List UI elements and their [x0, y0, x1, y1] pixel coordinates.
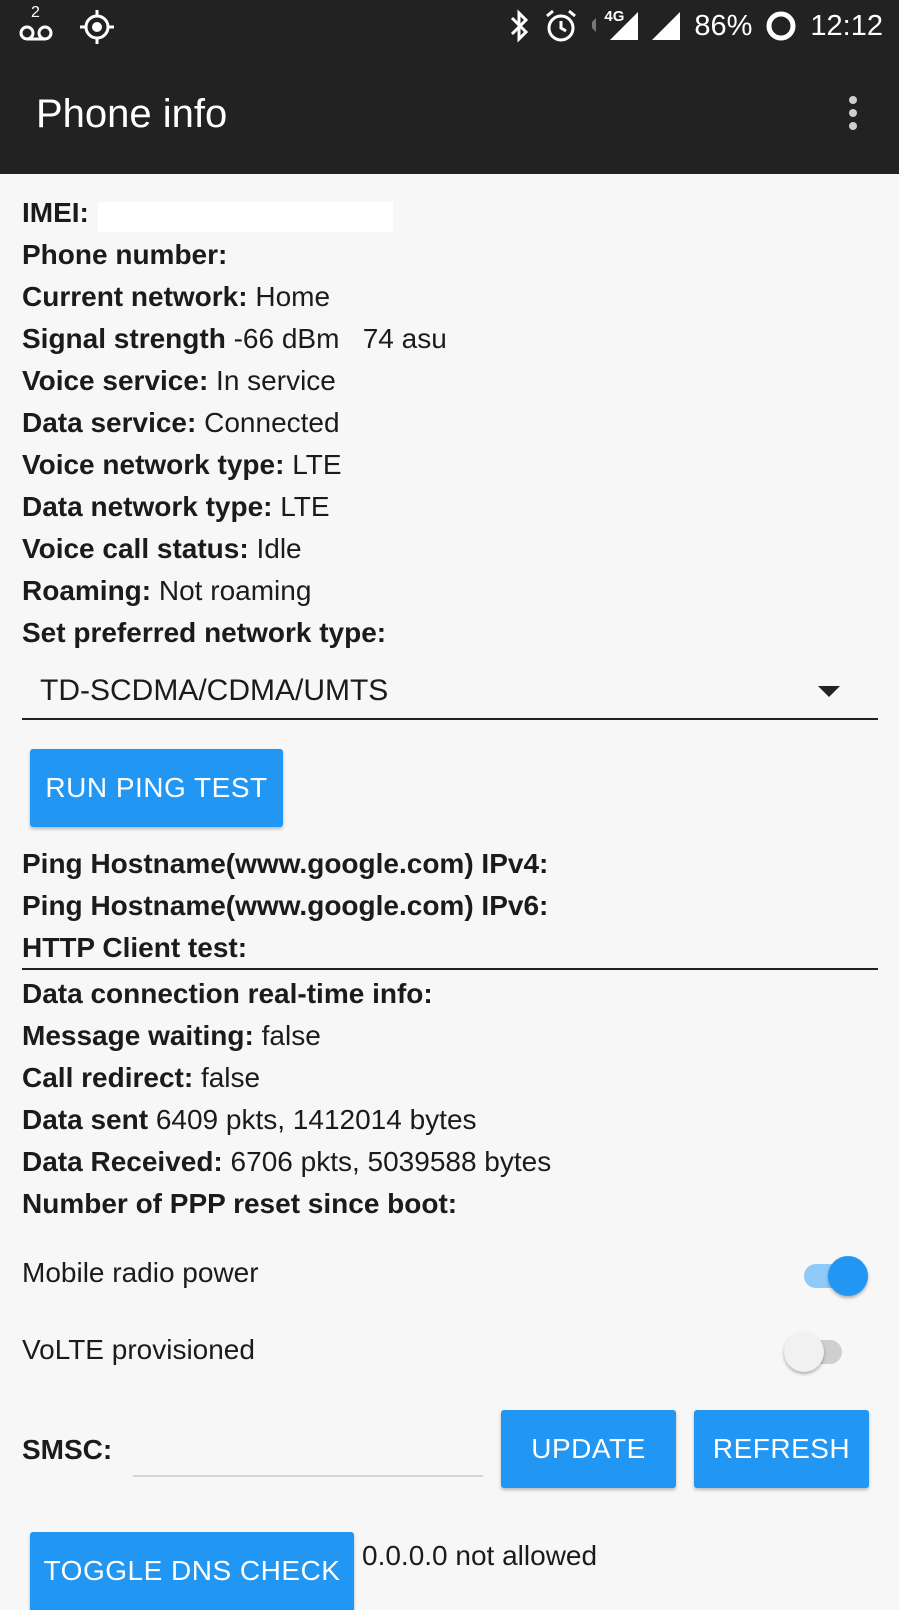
switch-thumb	[828, 1256, 868, 1296]
mobile-radio-switch[interactable]	[800, 1254, 872, 1298]
page-title: Phone info	[36, 92, 228, 136]
message-waiting-value: false	[261, 1020, 321, 1051]
data-received-value: 6706 pkts, 5039588 bytes	[230, 1146, 552, 1177]
status-right: 4G 86% 12:12	[508, 8, 883, 44]
roaming-value: Not roaming	[158, 575, 312, 606]
http-client-row: HTTP Client test:	[22, 931, 247, 965]
refresh-button[interactable]: REFRESH	[694, 1410, 869, 1488]
update-button[interactable]: UPDATE	[501, 1410, 676, 1488]
data-network-type-row: Data network type: LTE	[22, 490, 330, 524]
voice-service-row: Voice service: In service	[22, 364, 336, 398]
roaming-row: Roaming: Not roaming	[22, 574, 311, 608]
phone-number-label: Phone number:	[22, 239, 228, 270]
realtime-info-label: Data connection real-time info:	[22, 978, 433, 1009]
volte-label: VoLTE provisioned	[22, 1334, 255, 1365]
data-received-row: Data Received: 6706 pkts, 5039588 bytes	[22, 1145, 551, 1179]
realtime-info-row: Data connection real-time info:	[22, 977, 433, 1011]
current-network-value: Home	[255, 281, 331, 312]
status-left-icons: 2	[18, 4, 116, 46]
signal-strength-row: Signal strength -66 dBm 74 asu	[22, 322, 447, 356]
bluetooth-icon	[511, 9, 529, 43]
imei-label: IMEI:	[22, 197, 89, 228]
data-network-type-label: Data network type:	[22, 491, 273, 522]
dns-status: 0.0.0.0 not allowed	[362, 1540, 598, 1571]
overflow-menu-icon[interactable]	[849, 96, 859, 132]
imei-row: IMEI:	[22, 196, 89, 230]
http-client-label: HTTP Client test:	[22, 932, 248, 963]
preferred-network-selected: TD-SCDMA/CDMA/UMTS	[40, 674, 389, 707]
status-bar: 2 4G 86% 12:12	[0, 0, 899, 56]
signal-4g-icon: 4G	[590, 8, 639, 44]
signal-icon	[652, 12, 681, 40]
data-service-label: Data service:	[22, 407, 197, 438]
preferred-network-label: Set preferred network type:	[22, 617, 387, 648]
ping-ipv4-label: Ping Hostname(www.google.com) IPv4:	[22, 848, 549, 879]
ping-ipv6-label: Ping Hostname(www.google.com) IPv6:	[22, 890, 549, 921]
ping-ipv4-row: Ping Hostname(www.google.com) IPv4:	[22, 847, 548, 881]
smsc-label: SMSC:	[22, 1434, 113, 1465]
call-redirect-row: Call redirect: false	[22, 1061, 260, 1095]
app-bar: Phone info	[0, 56, 899, 174]
smsc-row: SMSC:	[22, 1433, 112, 1467]
battery-percent: 86%	[694, 9, 753, 42]
dropdown-arrow-icon	[818, 686, 840, 697]
roaming-label: Roaming:	[22, 575, 152, 606]
toggle-dns-check-button[interactable]: TOGGLE DNS CHECK	[30, 1532, 354, 1610]
smsc-input[interactable]	[133, 1425, 483, 1477]
signal-strength-label: Signal strength	[22, 323, 226, 354]
switch-thumb	[784, 1332, 824, 1372]
mobile-radio-label: Mobile radio power	[22, 1257, 259, 1288]
current-network-label: Current network:	[22, 281, 248, 312]
current-network-row: Current network: Home	[22, 280, 330, 314]
target-icon	[80, 10, 114, 44]
message-waiting-row: Message waiting: false	[22, 1019, 321, 1053]
voice-call-status-label: Voice call status:	[22, 533, 249, 564]
voice-network-type-value: LTE	[292, 449, 342, 480]
data-sent-label: Data sent	[22, 1104, 149, 1135]
battery-ring-icon	[766, 11, 796, 41]
alarm-icon	[546, 9, 577, 42]
signal-strength-value: -66 dBm 74 asu	[233, 323, 447, 354]
ppp-reset-row: Number of PPP reset since boot:	[22, 1187, 457, 1221]
data-sent-value: 6409 pkts, 1412014 bytes	[155, 1104, 477, 1135]
divider	[22, 968, 878, 970]
run-ping-test-button[interactable]: RUN PING TEST	[30, 749, 283, 827]
message-waiting-label: Message waiting:	[22, 1020, 254, 1051]
data-service-value: Connected	[204, 407, 340, 438]
voice-service-value: In service	[216, 365, 336, 396]
call-redirect-label: Call redirect:	[22, 1062, 194, 1093]
imei-redacted-value	[98, 202, 393, 232]
voice-call-status-row: Voice call status: Idle	[22, 532, 302, 566]
preferred-network-dropdown[interactable]: TD-SCDMA/CDMA/UMTS	[22, 668, 878, 720]
data-service-row: Data service: Connected	[22, 406, 340, 440]
voice-network-type-label: Voice network type:	[22, 449, 285, 480]
phone-number-row: Phone number:	[22, 238, 227, 272]
voice-service-label: Voice service:	[22, 365, 209, 396]
volte-switch[interactable]	[780, 1330, 852, 1374]
ppp-reset-label: Number of PPP reset since boot:	[22, 1188, 458, 1219]
call-redirect-value: false	[200, 1062, 261, 1093]
clock: 12:12	[810, 9, 883, 42]
data-network-type-value: LTE	[280, 491, 330, 522]
voicemail-icon: 2	[18, 4, 56, 46]
data-sent-row: Data sent 6409 pkts, 1412014 bytes	[22, 1103, 477, 1137]
data-received-label: Data Received:	[22, 1146, 223, 1177]
preferred-network-row: Set preferred network type:	[22, 616, 386, 650]
voice-call-status-value: Idle	[256, 533, 302, 564]
ping-ipv6-row: Ping Hostname(www.google.com) IPv6:	[22, 889, 548, 923]
voice-network-type-row: Voice network type: LTE	[22, 448, 342, 482]
